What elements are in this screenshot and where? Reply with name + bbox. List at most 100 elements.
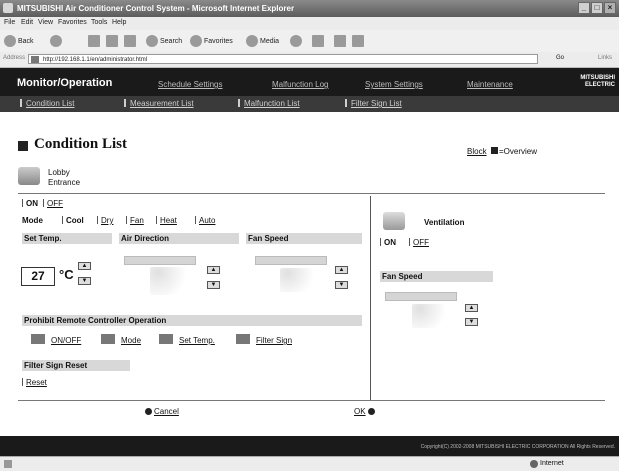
temp-up-button[interactable]: ▲ [78,262,91,270]
mode-label: Mode [22,216,43,225]
status-page-icon [4,460,12,468]
mode-heat[interactable]: Heat [156,216,177,225]
mode-cool[interactable]: Cool [62,216,84,225]
go-button[interactable]: Go [556,55,564,61]
app-header: Monitor/Operation Schedule Settings Malf… [0,68,619,112]
browser-icon [3,3,13,13]
air-direction-slider[interactable] [124,256,196,265]
copyright: Copyright(C) 2002-2008 MITSUBISHI ELECTR… [420,444,615,450]
nav-system-settings[interactable]: System Settings [365,80,423,89]
ventilation-label: Ventilation [424,218,465,227]
edit-button[interactable] [352,35,366,47]
refresh-icon [106,35,118,47]
address-url: http://192.168.1.1/en/administrator.html [43,57,148,63]
edit-icon [352,35,364,47]
footer: Copyright(C) 2002-2008 MITSUBISHI ELECTR… [0,436,619,456]
unit-name-line2: Entrance [48,178,81,187]
address-label: Address [3,55,26,61]
forward-button[interactable] [50,35,64,47]
menu-favorites[interactable]: Favorites [58,19,87,26]
page-title: Condition List [34,136,127,152]
prohibit-settemp-icon[interactable] [159,334,173,344]
air-direction-header: Air Direction [119,233,239,244]
back-arrow-icon [4,35,16,47]
ok-button[interactable]: OK [354,407,375,416]
temp-unit: °C [59,267,74,282]
set-temp-value: 27 [21,267,55,286]
stop-button[interactable] [88,35,102,47]
nav-maintenance[interactable]: Maintenance [467,80,513,89]
subnav-measurement-list[interactable]: Measurement List [124,99,194,108]
block-link[interactable]: Block [467,147,487,156]
history-button[interactable] [290,35,304,47]
vent-fan-up-button[interactable]: ▲ [465,304,478,312]
back-button[interactable]: Back [4,35,34,47]
subnav-condition-list[interactable]: Condition List [20,99,74,108]
refresh-button[interactable] [106,35,120,47]
fan-speed-slider[interactable] [255,256,327,265]
browser-toolbar: Back Search Favorites Media [0,30,619,53]
home-icon [124,35,136,47]
vent-on-button[interactable]: ON [380,238,396,247]
vent-fan-down-button[interactable]: ▼ [465,318,478,326]
maximize-icon[interactable]: □ [591,2,603,14]
set-temp-header: Set Temp. [22,233,112,244]
minimize-icon[interactable]: _ [578,2,590,14]
on-button[interactable]: ON [22,199,38,208]
air-direction-down-button[interactable]: ▼ [207,281,220,289]
subnav-malfunction-list[interactable]: Malfunction List [238,99,300,108]
filter-sign-reset-header: Filter Sign Reset [22,360,130,371]
mail-button[interactable] [312,35,326,47]
nav-monitor-operation[interactable]: Monitor/Operation [17,77,112,89]
cancel-button[interactable]: Cancel [145,407,179,416]
vent-fan-speed-icon [412,304,452,328]
mode-auto[interactable]: Auto [195,216,215,225]
prohibit-mode-link[interactable]: Mode [121,336,141,345]
prohibit-filtersign-link[interactable]: Filter Sign [256,336,292,345]
vent-off-button[interactable]: OFF [409,238,429,247]
page-icon [31,56,39,63]
menu-tools[interactable]: Tools [91,19,107,26]
vent-fan-speed-slider[interactable] [385,292,457,301]
temp-down-button[interactable]: ▼ [78,277,91,285]
nav-malfunction-log[interactable]: Malfunction Log [272,80,328,89]
unit-name: Lobby Entrance [48,168,80,188]
media-button[interactable]: Media [246,35,279,47]
nav-schedule-settings[interactable]: Schedule Settings [158,80,223,89]
prohibit-onoff-link[interactable]: ON/OFF [51,336,81,345]
stop-icon [88,35,100,47]
mode-dry[interactable]: Dry [97,216,113,225]
close-icon[interactable]: × [604,2,616,14]
fan-speed-down-button[interactable]: ▼ [335,281,348,289]
fan-speed-up-button[interactable]: ▲ [335,266,348,274]
prohibit-filtersign-icon[interactable] [236,334,250,344]
overview-square-icon [491,147,498,154]
search-button[interactable]: Search [146,35,182,47]
prohibit-mode-icon[interactable] [101,334,115,344]
print-button[interactable] [334,35,348,47]
off-button[interactable]: OFF [43,199,63,208]
overview-label: =Overview [499,147,538,156]
menu-file[interactable]: File [4,19,15,26]
indoor-unit-icon [18,167,40,185]
air-direction-up-button[interactable]: ▲ [207,266,220,274]
mode-fan[interactable]: Fan [126,216,144,225]
menu-bar: File Edit View Favorites Tools Help [0,17,619,30]
filter-reset-button[interactable]: Reset [22,378,47,387]
address-input[interactable]: http://192.168.1.1/en/administrator.html [28,54,538,64]
home-button[interactable] [124,35,138,47]
menu-view[interactable]: View [38,19,53,26]
menu-help[interactable]: Help [112,19,126,26]
forward-arrow-icon [50,35,62,47]
mail-icon [312,35,324,47]
links-label[interactable]: Links [598,55,612,61]
prohibit-settemp-link[interactable]: Set Temp. [179,336,215,345]
menu-edit[interactable]: Edit [21,19,33,26]
air-direction-icon [150,267,192,295]
internet-zone-label: Internet [540,460,564,467]
prohibit-onoff-icon[interactable] [31,334,45,344]
address-bar: Address http://192.168.1.1/en/administra… [0,52,619,68]
subnav-filter-sign-list[interactable]: Filter Sign List [345,99,402,108]
window-title-bar: MITSUBISHI Air Conditioner Control Syste… [0,0,619,17]
favorites-button[interactable]: Favorites [190,35,233,47]
